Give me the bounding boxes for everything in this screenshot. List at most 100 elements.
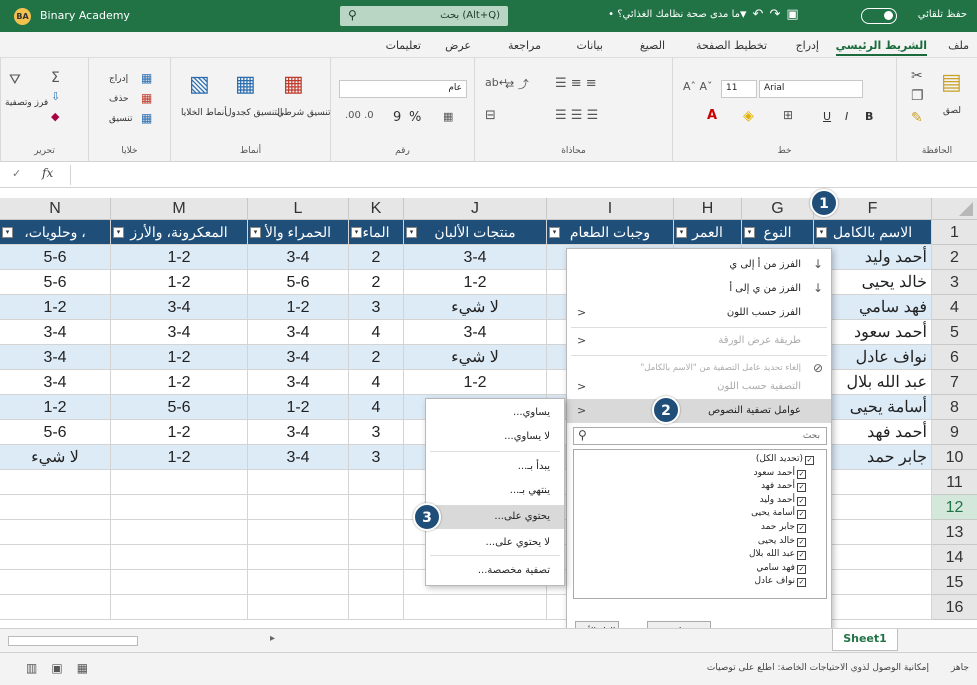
underline-button[interactable]: U xyxy=(823,110,831,123)
table-cell[interactable]: لا شيء xyxy=(404,295,547,320)
checkbox-checked-icon[interactable]: ✓ xyxy=(797,496,806,506)
table-cell[interactable]: 1-2 xyxy=(111,245,248,270)
table-cell[interactable]: 3-4 xyxy=(404,320,547,345)
list-item[interactable]: ✓خالد يحيى xyxy=(606,536,806,549)
table-cell[interactable]: 4 xyxy=(349,320,404,345)
column-header-k[interactable]: K xyxy=(349,198,404,220)
tab-data[interactable]: بيانات xyxy=(576,39,603,52)
tab-page-layout[interactable]: تخطيط الصفحة xyxy=(696,39,767,52)
not-equals-option[interactable]: لا يساوي... xyxy=(426,425,564,449)
ends-with-option[interactable]: ينتهي بـ... xyxy=(426,479,564,503)
table-cell[interactable]: 3-4 xyxy=(248,445,349,470)
scroll-right-icon[interactable]: ▸ xyxy=(270,633,275,644)
checkbox-checked-icon[interactable]: ✓ xyxy=(797,483,806,493)
checkbox-checked-icon[interactable]: ✓ xyxy=(797,510,806,520)
table-cell[interactable]: 3-4 xyxy=(248,345,349,370)
table-cell[interactable]: 2 xyxy=(349,345,404,370)
conditional-format-icon[interactable]: ▦ xyxy=(283,72,304,97)
row-header[interactable]: 11 xyxy=(932,470,977,495)
table-cell[interactable] xyxy=(0,545,111,570)
autosum-icon[interactable]: Σ xyxy=(51,70,60,86)
italic-button[interactable]: I xyxy=(845,110,848,123)
equals-option[interactable]: يساوي... xyxy=(426,401,564,425)
sort-z-to-a[interactable]: ↓ الفرز من ي إلى أ xyxy=(567,277,831,301)
tab-help[interactable]: تعليمات xyxy=(386,39,421,52)
tab-insert[interactable]: إدراج xyxy=(796,39,819,52)
cell-styles-label[interactable]: أنماط الخلايا xyxy=(181,108,227,118)
table-cell[interactable] xyxy=(349,495,404,520)
clear-icon[interactable]: ◆ xyxy=(51,110,59,123)
sheet-tab[interactable]: Sheet1 xyxy=(832,629,898,651)
table-cell[interactable] xyxy=(0,520,111,545)
format-painter-icon[interactable]: ✎ xyxy=(911,110,923,126)
checkbox-checked-icon[interactable]: ✓ xyxy=(797,537,806,547)
table-cell[interactable] xyxy=(349,545,404,570)
insert-function-button[interactable]: fx xyxy=(42,166,53,180)
checkbox-checked-icon[interactable]: ✓ xyxy=(797,564,806,574)
table-cell[interactable] xyxy=(248,595,349,620)
row-header[interactable]: 1 xyxy=(932,220,977,245)
table-cell[interactable] xyxy=(111,595,248,620)
select-all-corner[interactable] xyxy=(932,198,977,220)
table-cell[interactable]: 1-2 xyxy=(404,370,547,395)
header-cell[interactable]: ▾ النوع xyxy=(742,220,814,245)
table-cell[interactable]: 5-6 xyxy=(0,245,111,270)
list-item[interactable]: ✓أحمد فهد xyxy=(606,481,806,494)
table-cell[interactable]: 3-4 xyxy=(248,370,349,395)
comma-button[interactable]: 9 xyxy=(393,110,401,125)
redo-icon[interactable]: ↷ xyxy=(769,7,786,22)
table-cell[interactable]: لا شيء xyxy=(404,345,547,370)
percent-button[interactable]: % xyxy=(409,110,421,125)
row-header[interactable]: 10 xyxy=(932,445,977,470)
table-cell[interactable]: 3-4 xyxy=(248,420,349,445)
table-cell[interactable] xyxy=(349,520,404,545)
font-name-box[interactable]: Arial xyxy=(759,80,863,98)
table-cell[interactable]: 1-2 xyxy=(248,395,349,420)
list-item[interactable]: ✓فهد سامي xyxy=(606,563,806,576)
header-cell[interactable]: ▾ وجبات الطعام xyxy=(547,220,674,245)
table-cell[interactable]: 1-2 xyxy=(248,295,349,320)
table-cell[interactable]: 3-4 xyxy=(248,320,349,345)
undo-icon[interactable]: ↶ xyxy=(753,7,770,22)
delete-cells-button[interactable]: حذف xyxy=(109,94,129,104)
checkbox-checked-icon[interactable]: ✓ xyxy=(797,551,806,561)
table-cell[interactable]: 3-4 xyxy=(111,295,248,320)
font-size-box[interactable]: 11 xyxy=(721,80,757,98)
format-table-label[interactable]: التنسيق كجدول xyxy=(225,108,283,118)
row-header[interactable]: 12 xyxy=(932,495,977,520)
table-cell[interactable]: 1-2 xyxy=(111,445,248,470)
tab-file[interactable]: ملف xyxy=(948,39,969,52)
list-item[interactable]: ✓نواف عادل xyxy=(606,576,806,589)
column-header-n[interactable]: N xyxy=(0,198,111,220)
number-format-box[interactable]: عام xyxy=(339,80,467,98)
insert-cells-button[interactable]: إدراج xyxy=(109,74,128,84)
text-filters[interactable]: < عوامل تصفية النصوص xyxy=(567,399,831,423)
decimal-icon[interactable]: .00 .0 xyxy=(345,110,374,121)
table-cell[interactable] xyxy=(248,470,349,495)
row-header[interactable]: 14 xyxy=(932,545,977,570)
table-cell[interactable]: لا شيء xyxy=(0,445,111,470)
column-header-h[interactable]: H xyxy=(674,198,742,220)
row-header[interactable]: 5 xyxy=(932,320,977,345)
bold-button[interactable]: B xyxy=(865,110,873,123)
list-item[interactable]: ✓أحمد وليد xyxy=(606,495,806,508)
table-cell[interactable]: 1-2 xyxy=(111,370,248,395)
page-layout-view-icon[interactable]: ▣ xyxy=(51,661,76,675)
align-left-icon[interactable]: ☰ ☰ ☰ xyxy=(555,108,598,123)
table-cell[interactable]: 3-4 xyxy=(0,370,111,395)
table-cell[interactable] xyxy=(349,470,404,495)
table-cell[interactable] xyxy=(111,520,248,545)
checkbox-checked-icon[interactable]: ✓ xyxy=(797,524,806,533)
fill-color-icon[interactable]: ◈ xyxy=(743,108,754,124)
column-header-m[interactable]: M xyxy=(111,198,248,220)
table-cell[interactable]: 3-4 xyxy=(248,245,349,270)
header-cell[interactable]: ▾ الماء xyxy=(349,220,404,245)
document-title[interactable]: ما مدى صحة نظامك الغذائي؟ • xyxy=(520,9,740,20)
header-cell[interactable]: ▾ المعكرونة، والأرز xyxy=(111,220,248,245)
table-cell[interactable]: 5-6 xyxy=(0,420,111,445)
table-cell[interactable] xyxy=(248,570,349,595)
wrap-text-icon[interactable]: ab↵ xyxy=(485,76,508,89)
list-item[interactable]: ✓جابر حمد xyxy=(606,522,806,535)
row-header[interactable]: 13 xyxy=(932,520,977,545)
checkbox-checked-icon[interactable]: ✓ xyxy=(797,469,806,479)
